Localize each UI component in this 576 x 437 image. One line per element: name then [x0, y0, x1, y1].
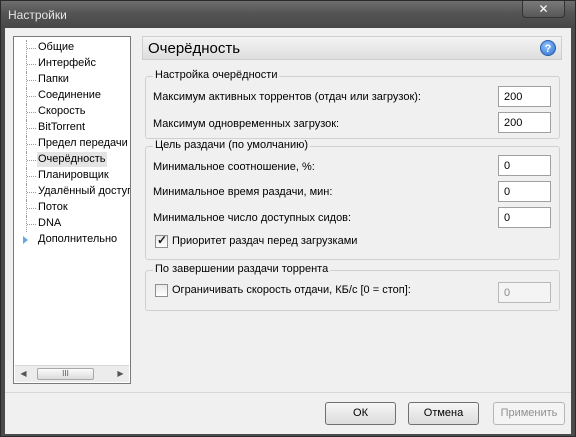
- title-bar[interactable]: Настройки ✕: [1, 1, 575, 28]
- max-active-label: Максимум активных торрентов (отдач или з…: [153, 91, 421, 103]
- after-seeding-group: По завершении раздачи торрента Ограничив…: [145, 263, 560, 311]
- ok-button[interactable]: ОК: [325, 402, 396, 425]
- priority-label[interactable]: Приоритет раздач перед загрузками: [172, 235, 357, 247]
- tree-connector: [27, 160, 36, 161]
- dialog-client-area: Общие Интерфейс Папки Соединение Скорость Bit…: [5, 28, 571, 434]
- tree-connector: [27, 96, 36, 97]
- queue-settings-title: Настройка очерёдности: [153, 69, 280, 81]
- tree-item-label[interactable]: Общие: [37, 40, 75, 55]
- min-ratio-label: Минимальное соотношение, %:: [153, 161, 315, 173]
- apply-button: Применить: [493, 402, 565, 425]
- tree-connector: [27, 80, 36, 81]
- tree-connector: [27, 64, 36, 65]
- checkmark-icon: ✓: [157, 233, 168, 247]
- tree-connector: [27, 224, 36, 225]
- tree-item-label[interactable]: Поток: [37, 200, 69, 215]
- tree-item-label[interactable]: DNA: [37, 216, 62, 231]
- min-ratio-input[interactable]: [498, 155, 551, 176]
- tree-horizontal-scrollbar[interactable]: ◀ III ▶: [15, 365, 129, 382]
- scroll-thumb[interactable]: III: [37, 368, 94, 380]
- page-title: Очерёдность: [148, 40, 241, 57]
- button-bar-divider: [5, 392, 571, 393]
- tree-item-label[interactable]: Интерфейс: [37, 56, 97, 71]
- tree-item-label[interactable]: Папки: [37, 72, 70, 87]
- max-downloads-label: Максимум одновременных загрузок:: [153, 118, 340, 130]
- tree-item-label[interactable]: Соединение: [37, 88, 102, 103]
- window-title: Настройки: [8, 8, 67, 22]
- min-seeds-input[interactable]: [498, 207, 551, 228]
- max-downloads-input[interactable]: [498, 112, 551, 133]
- tree-item-label[interactable]: Удалённый доступ: [37, 184, 130, 199]
- tree-connector: [27, 144, 36, 145]
- min-seeds-label: Минимальное число доступных сидов:: [153, 212, 352, 224]
- tree-item-label[interactable]: BitTorrent: [37, 120, 86, 135]
- tree-connector: [27, 192, 36, 193]
- tree-connector: [27, 208, 36, 209]
- settings-panel: Очерёдность ? Настройка очерёдности Макс…: [142, 36, 562, 384]
- seeding-goal-group: Цель раздачи (по умолчанию) Минимальное …: [145, 139, 560, 260]
- tree-connector: [27, 48, 36, 49]
- cancel-button[interactable]: Отмена: [408, 402, 479, 425]
- tree-connector: [27, 176, 36, 177]
- scroll-left-icon[interactable]: ◀: [15, 366, 32, 382]
- scroll-right-icon[interactable]: ▶: [112, 366, 129, 382]
- settings-tree: Общие Интерфейс Папки Соединение Скорость Bit…: [13, 36, 131, 384]
- limit-label[interactable]: Ограничивать скорость отдачи, КБ/с [0 = …: [172, 284, 411, 296]
- help-icon[interactable]: ?: [540, 40, 556, 56]
- tree-item-label[interactable]: Планировщик: [37, 168, 110, 183]
- tree-item-label[interactable]: Очерёдность: [37, 152, 107, 167]
- queue-settings-group: Настройка очерёдности Максимум активных …: [145, 69, 560, 139]
- seeding-goal-title: Цель раздачи (по умолчанию): [153, 139, 311, 151]
- tree-item-label[interactable]: Предел передачи: [37, 136, 129, 151]
- panel-header: Очерёдность ?: [142, 36, 562, 60]
- priority-checkbox[interactable]: ✓: [155, 233, 168, 248]
- tree-item-label[interactable]: Дополнительно: [37, 232, 118, 247]
- after-seeding-title: По завершении раздачи торрента: [153, 263, 331, 275]
- limit-checkbox[interactable]: [155, 284, 168, 297]
- max-active-input[interactable]: [498, 86, 551, 107]
- close-button[interactable]: ✕: [522, 1, 565, 18]
- tree-connector: [27, 112, 36, 113]
- tree-item-label[interactable]: Скорость: [37, 104, 87, 119]
- limit-input: [498, 282, 551, 303]
- settings-window: Настройки ✕ Общие Интерфейс Папки Соединени…: [0, 0, 576, 437]
- tree-connector: [27, 128, 36, 129]
- expand-arrow-icon[interactable]: [23, 236, 28, 244]
- min-time-label: Минимальное время раздачи, мин:: [153, 186, 333, 198]
- min-time-input[interactable]: [498, 181, 551, 202]
